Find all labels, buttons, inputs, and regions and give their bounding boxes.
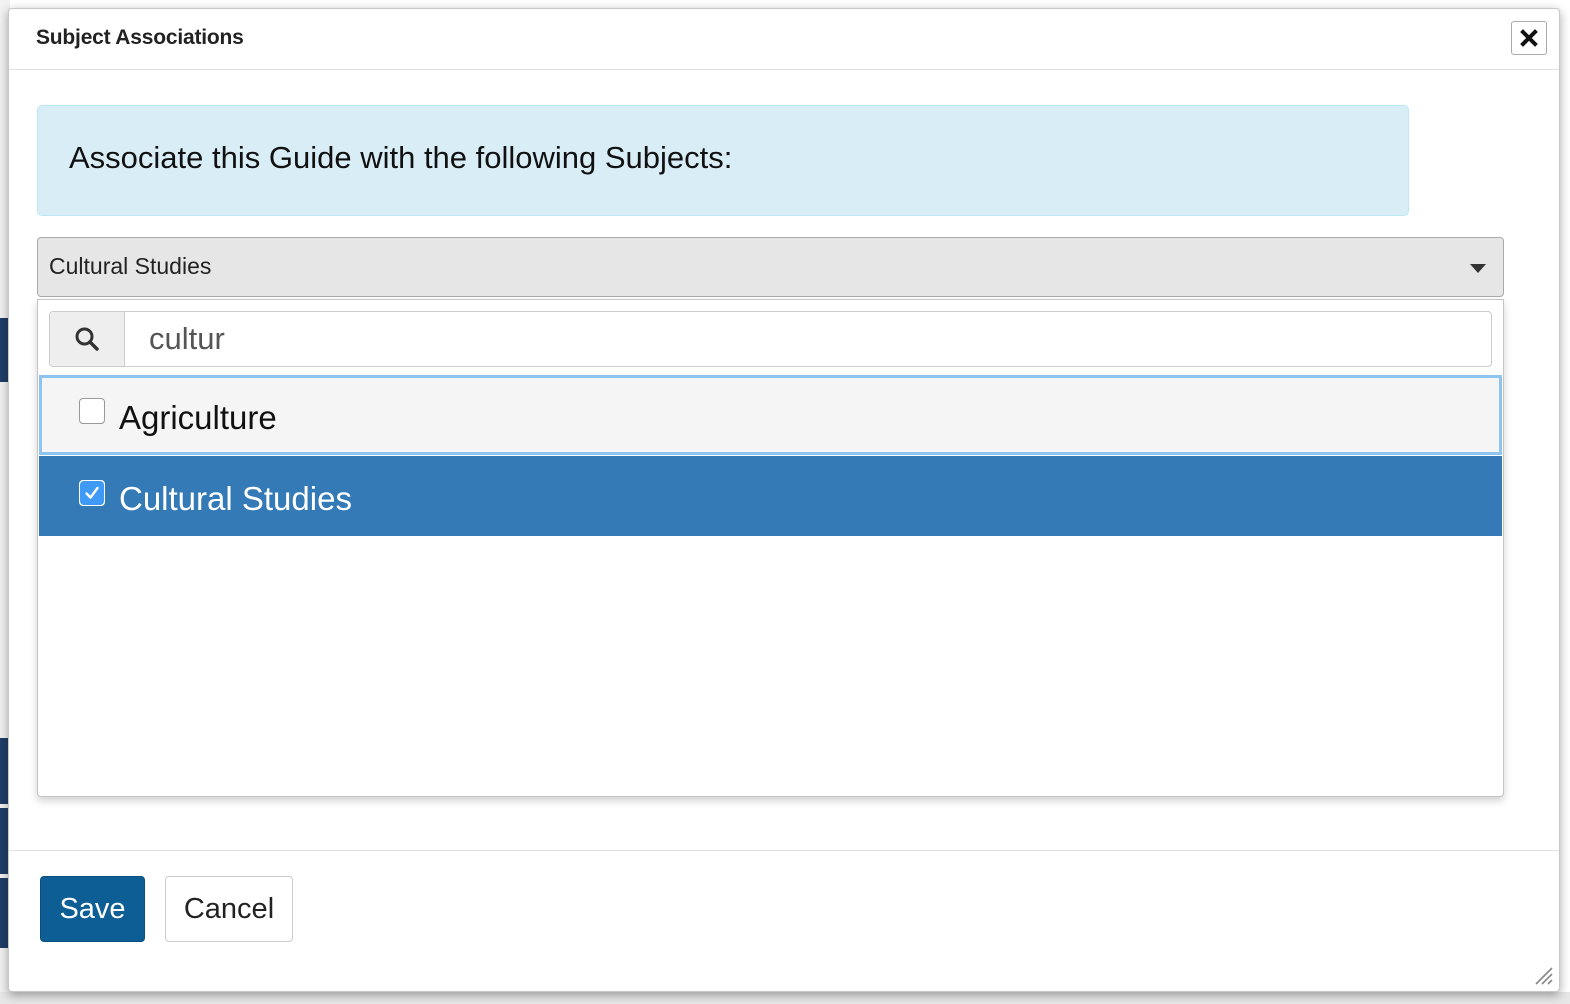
- option-agriculture[interactable]: Agriculture: [39, 375, 1502, 455]
- info-text: Associate this Guide with the following …: [69, 140, 733, 175]
- subject-associations-dialog: Subject Associations Associate this Guid…: [8, 8, 1560, 992]
- option-label: Cultural Studies: [119, 480, 352, 517]
- search-input[interactable]: [125, 312, 1491, 366]
- close-icon: [1520, 29, 1538, 47]
- cancel-button[interactable]: Cancel: [165, 876, 293, 942]
- close-button[interactable]: [1511, 21, 1547, 55]
- dialog-header: Subject Associations: [9, 9, 1559, 70]
- save-button[interactable]: Save: [40, 876, 145, 942]
- subject-dropdown: Agriculture Cultural Studies: [37, 299, 1504, 797]
- select-value: Cultural Studies: [49, 253, 212, 279]
- search-group: [49, 311, 1492, 367]
- option-cultural-studies[interactable]: Cultural Studies: [39, 456, 1502, 536]
- checkbox-checked[interactable]: [79, 480, 105, 506]
- resize-handle-icon[interactable]: [1531, 963, 1553, 985]
- background-nav-block: [0, 318, 8, 382]
- checkbox-unchecked[interactable]: [79, 398, 105, 424]
- background-footer: [0, 992, 1570, 1004]
- checkmark-icon: [80, 481, 104, 505]
- subject-select[interactable]: Cultural Studies: [37, 237, 1504, 297]
- dialog-footer: Save Cancel: [9, 850, 1559, 992]
- dialog-title: Subject Associations: [36, 26, 244, 49]
- background-nav-block: [0, 808, 8, 874]
- info-alert: Associate this Guide with the following …: [37, 105, 1409, 216]
- background-nav-block: [0, 738, 8, 804]
- search-addon: [50, 312, 125, 366]
- background-nav-block: [0, 878, 8, 948]
- option-label: Agriculture: [119, 399, 277, 436]
- search-icon: [75, 327, 99, 351]
- caret-down-icon: [1470, 264, 1486, 273]
